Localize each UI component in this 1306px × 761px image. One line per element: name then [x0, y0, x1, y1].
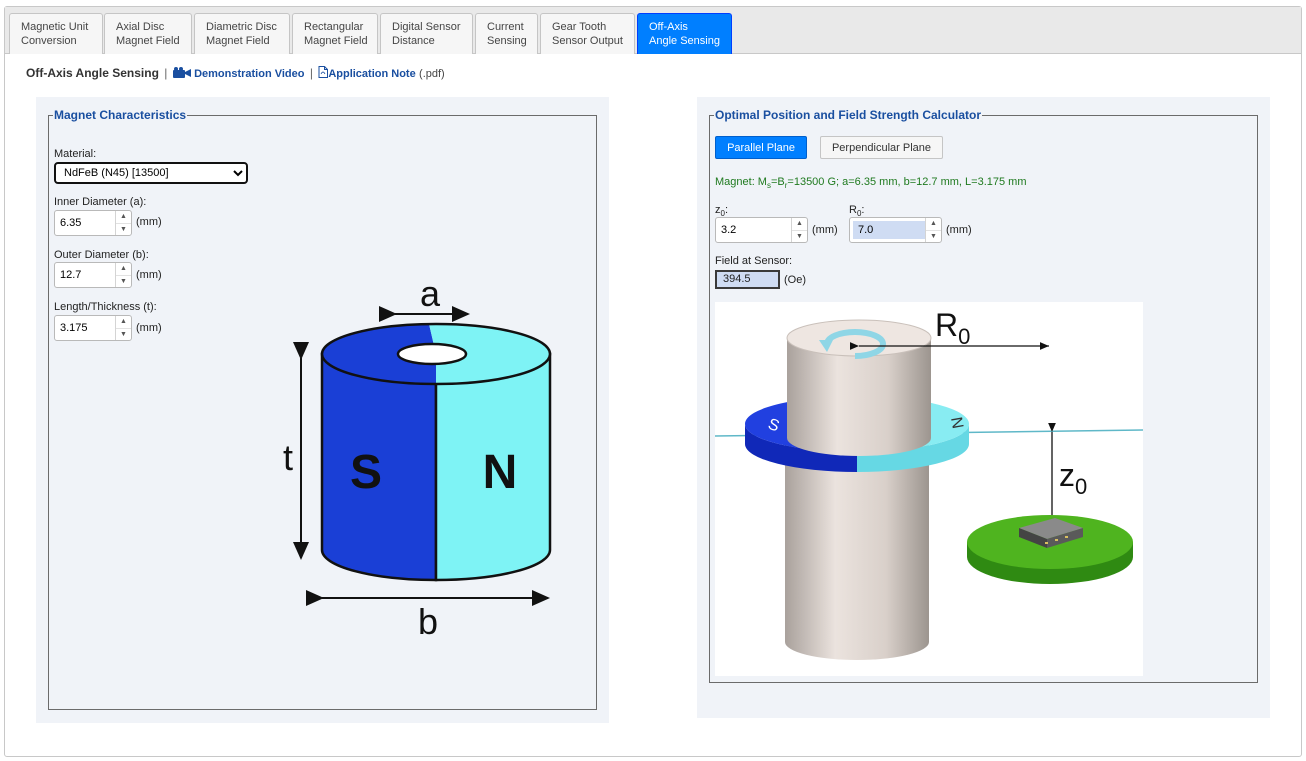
calculator-legend: Optimal Position and Field Strength Calc…: [715, 108, 982, 122]
separator: |: [164, 66, 168, 80]
demo-video-link[interactable]: Demonstration Video: [194, 68, 304, 80]
outer-diameter-input[interactable]: [55, 263, 115, 287]
tab-label-line2: Magnet Field: [206, 35, 270, 47]
z0-diagram-letter: z: [1059, 457, 1075, 493]
material-label: Material:: [54, 148, 97, 160]
material-select[interactable]: NdFeB (N45) [13500]: [54, 162, 248, 184]
tab-bar: Magnetic Unit Conversion Axial Disc Magn…: [5, 7, 1301, 54]
r0-diagram-letter: R: [935, 307, 958, 343]
z0-diagram-label: z0: [1059, 457, 1087, 499]
increment-icon[interactable]: ▲: [116, 263, 131, 276]
magnet-info-text: Magnet: Ms=Br=13500 G; a=6.35 mm, b=12.7…: [715, 176, 1026, 190]
decrement-icon[interactable]: ▼: [116, 276, 131, 288]
sensor-setup-illustration: S N R0 z0: [714, 302, 1144, 676]
unit-label: (mm): [136, 322, 162, 334]
increment-icon[interactable]: ▲: [792, 218, 807, 231]
decrement-icon[interactable]: ▼: [116, 329, 131, 341]
tab-label-line2: Angle Sensing: [649, 35, 720, 47]
parallel-plane-button[interactable]: Parallel Plane: [715, 136, 807, 159]
field-at-sensor-value: 394.5: [715, 270, 780, 289]
unit-label: (mm): [136, 269, 162, 281]
r0-input[interactable]: [853, 221, 925, 239]
tab-diametric-disc-magnet-field[interactable]: Diametric Disc Magnet Field: [194, 13, 290, 54]
magnet-characteristics-legend: Magnet Characteristics: [54, 108, 187, 122]
r0-label-text: R: [849, 204, 857, 216]
z0-stepper[interactable]: ▲▼: [715, 217, 808, 243]
decrement-icon[interactable]: ▼: [926, 231, 941, 243]
ring-hole: [396, 342, 468, 366]
tab-label-line1: Diametric Disc: [206, 21, 277, 33]
page-title: Off-Axis Angle Sensing: [26, 66, 159, 80]
dimension-t-label: t: [283, 437, 293, 478]
tab-rectangular-magnet-field[interactable]: Rectangular Magnet Field: [292, 13, 378, 54]
south-pole-label: S: [350, 446, 382, 499]
tab-label-line2: Conversion: [21, 35, 77, 47]
perpendicular-plane-button[interactable]: Perpendicular Plane: [820, 136, 943, 159]
tab-label-line1: Off-Axis: [649, 21, 688, 33]
tab-off-axis-angle-sensing[interactable]: Off-Axis Angle Sensing: [637, 13, 732, 54]
dimension-b-label: b: [418, 601, 438, 642]
tab-label-line1: Current: [487, 21, 524, 33]
r0-diagram-label: R0: [935, 307, 970, 349]
length-thickness-stepper[interactable]: ▲▼: [54, 315, 132, 341]
page-headline: Off-Axis Angle Sensing | Demonstration V…: [26, 66, 445, 81]
tab-label-line2: Sensing: [487, 35, 527, 47]
info-rest: =13500 G; a=6.35 mm, b=12.7 mm, L=3.175 …: [787, 176, 1027, 188]
separator: |: [309, 66, 313, 80]
dimension-a-label: a: [420, 273, 441, 314]
increment-icon[interactable]: ▲: [116, 211, 131, 224]
outer-diameter-stepper[interactable]: ▲▼: [54, 262, 132, 288]
length-thickness-label: Length/Thickness (t):: [54, 301, 157, 313]
increment-icon[interactable]: ▲: [116, 316, 131, 329]
r0-diagram-sub: 0: [958, 324, 970, 349]
video-camera-icon: [172, 66, 191, 81]
tab-label-line1: Magnetic Unit: [21, 21, 89, 33]
decrement-icon[interactable]: ▼: [792, 231, 807, 243]
application-note-link[interactable]: Application Note: [328, 68, 415, 80]
tab-label-line2: Distance: [392, 35, 435, 47]
tab-magnetic-unit-conversion[interactable]: Magnetic Unit Conversion: [9, 13, 103, 54]
tab-label-line1: Axial Disc: [116, 21, 165, 33]
tab-gear-tooth-sensor-output[interactable]: Gear Tooth Sensor Output: [540, 13, 635, 54]
oe-unit-label: (Oe): [784, 274, 806, 286]
unit-label: (mm): [136, 216, 162, 228]
tab-label-line2: Magnet Field: [116, 35, 180, 47]
pdf-file-icon: [318, 66, 329, 81]
tab-label-line1: Digital Sensor: [392, 21, 461, 33]
r0-stepper[interactable]: ▲▼: [849, 217, 942, 243]
pdf-suffix: (.pdf): [419, 68, 445, 80]
inner-diameter-input[interactable]: [55, 211, 115, 235]
tab-axial-disc-magnet-field[interactable]: Axial Disc Magnet Field: [104, 13, 192, 54]
inner-diameter-label: Inner Diameter (a):: [54, 196, 147, 208]
outer-diameter-label: Outer Diameter (b):: [54, 249, 149, 261]
z0-diagram-sub: 0: [1075, 474, 1087, 499]
length-thickness-input[interactable]: [55, 316, 115, 340]
unit-label: (mm): [812, 224, 838, 236]
tab-current-sensing[interactable]: Current Sensing: [475, 13, 538, 54]
unit-label: (mm): [946, 224, 972, 236]
north-pole-label: N: [483, 446, 518, 499]
field-at-sensor-label: Field at Sensor:: [715, 255, 793, 267]
info-prefix: Magnet: M: [715, 176, 767, 188]
increment-icon[interactable]: ▲: [926, 218, 941, 231]
z0-input[interactable]: [716, 218, 791, 242]
tab-label-line2: Sensor Output: [552, 35, 623, 47]
inner-diameter-stepper[interactable]: ▲▼: [54, 210, 132, 236]
tab-digital-sensor-distance[interactable]: Digital Sensor Distance: [380, 13, 473, 54]
ring-magnet-diagram: S N a t b: [283, 273, 552, 642]
tab-label-line2: Magnet Field: [304, 35, 368, 47]
decrement-icon[interactable]: ▼: [116, 224, 131, 236]
tab-label-line1: Gear Tooth: [552, 21, 607, 33]
info-eq: =B: [770, 176, 785, 188]
tab-label-line1: Rectangular: [304, 21, 364, 33]
